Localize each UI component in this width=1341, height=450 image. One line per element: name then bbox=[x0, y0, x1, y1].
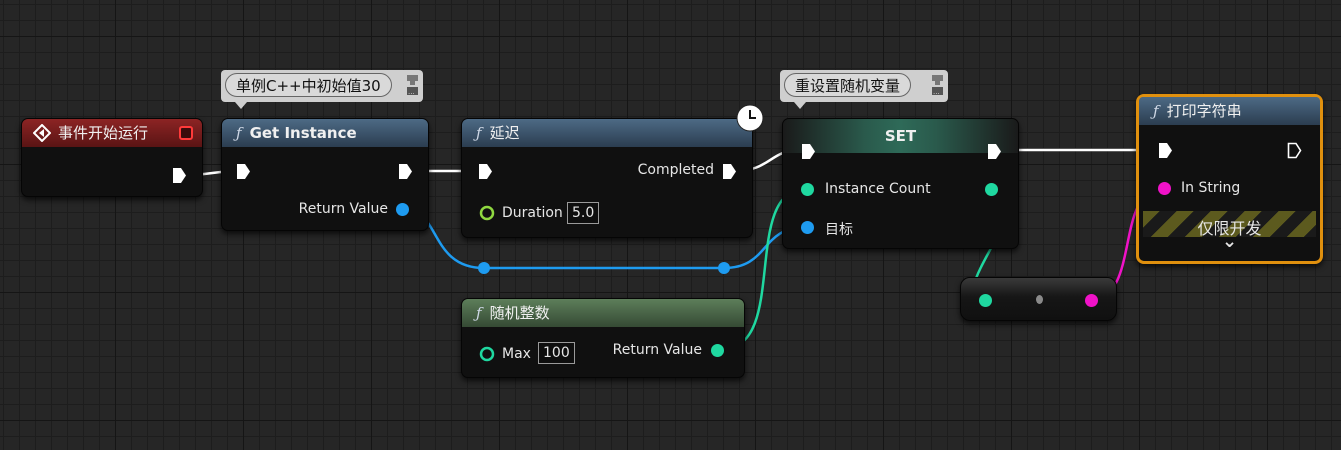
convert-string-out-pin[interactable] bbox=[1085, 294, 1098, 307]
in-string-label: In String bbox=[1181, 180, 1241, 196]
max-int-pin[interactable] bbox=[479, 346, 495, 362]
set-variable-node[interactable]: SET Instance Count 目标 bbox=[782, 118, 1019, 249]
exec-out-pin[interactable] bbox=[172, 167, 187, 184]
print-string-node[interactable]: ƒ 打印字符串 In String 仅限开发 ⌄ bbox=[1136, 94, 1323, 264]
node-title: 事件开始运行 bbox=[58, 124, 149, 142]
return-value-label: Return Value bbox=[298, 201, 388, 217]
clock-icon bbox=[736, 104, 764, 132]
duration-float-pin[interactable] bbox=[479, 205, 495, 221]
exec-in-pin[interactable] bbox=[236, 163, 251, 180]
comment-text: 单例C++中初始值30 bbox=[225, 73, 392, 97]
exec-in-pin[interactable] bbox=[801, 143, 816, 160]
delegate-square-icon[interactable] bbox=[179, 126, 193, 140]
node-title: 打印字符串 bbox=[1166, 102, 1242, 120]
return-value-label: Return Value bbox=[612, 342, 702, 358]
exec-out-pin[interactable] bbox=[987, 143, 1002, 160]
exec-in-pin[interactable] bbox=[478, 163, 493, 180]
node-header: SET bbox=[783, 119, 1018, 153]
return-value-int-pin[interactable] bbox=[711, 344, 724, 357]
duration-value-field[interactable]: 5.0 bbox=[567, 202, 600, 224]
target-label: 目标 bbox=[825, 222, 853, 238]
random-integer-node[interactable]: ƒ 随机整数 Max 100 Return Value bbox=[461, 298, 745, 378]
event-diamond-icon bbox=[33, 124, 51, 142]
comment-pin-icon[interactable]: ... bbox=[931, 73, 945, 97]
function-icon: ƒ bbox=[1153, 102, 1159, 120]
node-title: 随机整数 bbox=[489, 304, 550, 322]
comment-bubble-reset-random[interactable]: 重设置随机变量 ... bbox=[780, 70, 948, 109]
comment-bubble-singleton[interactable]: 单例C++中初始值30 ... bbox=[221, 70, 423, 109]
function-icon: ƒ bbox=[236, 124, 242, 142]
instance-count-int-out-pin[interactable] bbox=[985, 183, 998, 196]
instance-count-int-in-pin[interactable] bbox=[801, 183, 814, 196]
comment-text: 重设置随机变量 bbox=[784, 73, 912, 97]
node-header: ƒ 随机整数 bbox=[462, 299, 744, 327]
function-icon: ƒ bbox=[476, 124, 482, 142]
exec-out-pin[interactable] bbox=[398, 163, 413, 180]
int-to-string-convert-node[interactable] bbox=[960, 277, 1117, 321]
function-icon: ƒ bbox=[476, 304, 482, 322]
exec-in-pin[interactable] bbox=[1158, 142, 1173, 159]
exec-out-pin[interactable] bbox=[1287, 142, 1302, 159]
svg-text:...: ... bbox=[933, 88, 940, 96]
convert-center-dot bbox=[1036, 295, 1043, 304]
node-header: ƒ Get Instance bbox=[222, 119, 428, 147]
delay-node[interactable]: ƒ 延迟 Completed Duration 5.0 bbox=[461, 118, 753, 238]
completed-exec-out-pin[interactable] bbox=[722, 163, 737, 180]
node-title: 延迟 bbox=[489, 124, 520, 142]
node-header: ƒ 打印字符串 bbox=[1139, 97, 1320, 125]
convert-int-in-pin[interactable] bbox=[979, 294, 992, 307]
max-value-field[interactable]: 100 bbox=[538, 342, 575, 364]
reroute-node-object-a[interactable] bbox=[478, 262, 490, 274]
completed-label: Completed bbox=[637, 162, 714, 178]
instance-count-label: Instance Count bbox=[825, 181, 931, 197]
svg-text:...: ... bbox=[408, 88, 415, 96]
node-header: ƒ 延迟 bbox=[462, 119, 752, 147]
get-instance-node[interactable]: ƒ Get Instance Return Value bbox=[221, 118, 429, 231]
comment-tail bbox=[794, 102, 806, 109]
node-title: SET bbox=[884, 127, 917, 145]
target-object-pin[interactable] bbox=[801, 221, 814, 234]
event-begin-play-node[interactable]: 事件开始运行 bbox=[21, 118, 203, 197]
reroute-node-object-b[interactable] bbox=[718, 262, 730, 274]
duration-label: Duration bbox=[502, 205, 563, 221]
return-value-object-pin[interactable] bbox=[396, 203, 409, 216]
chevron-down-icon[interactable]: ⌄ bbox=[1139, 231, 1320, 252]
comment-tail bbox=[235, 102, 247, 109]
node-header: 事件开始运行 bbox=[22, 119, 202, 147]
in-string-pin[interactable] bbox=[1158, 182, 1171, 195]
node-title: Get Instance bbox=[249, 124, 357, 142]
comment-pin-icon[interactable]: ... bbox=[406, 73, 420, 97]
max-label: Max bbox=[502, 346, 531, 362]
